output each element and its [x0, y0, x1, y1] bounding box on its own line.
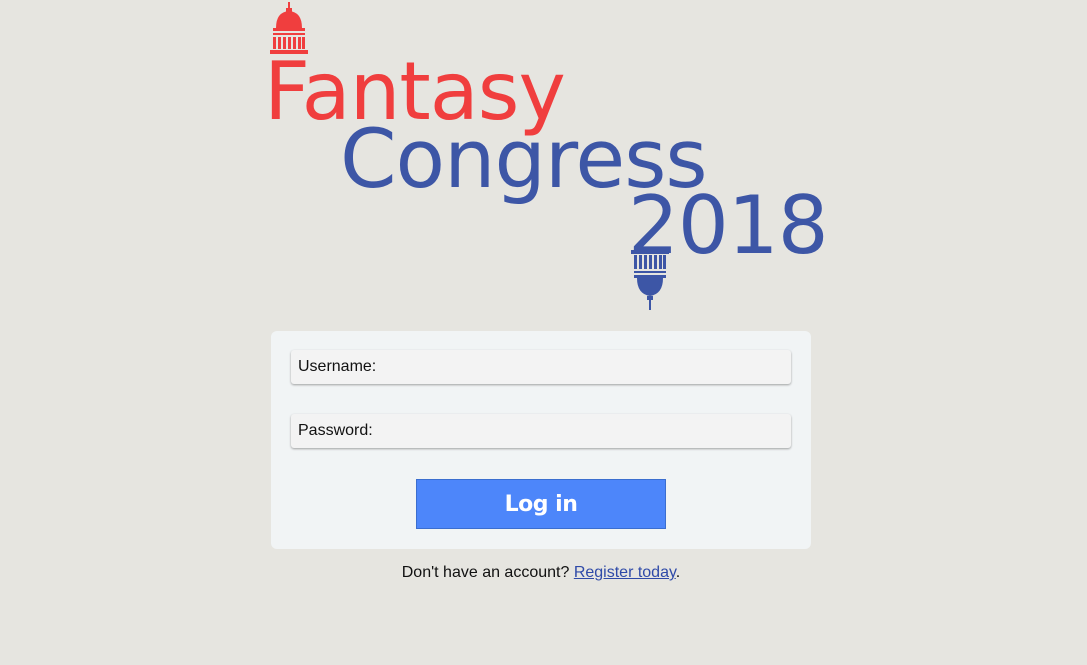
inverted-capitol-dome-icon — [631, 250, 669, 310]
username-label: Username: — [298, 358, 377, 375]
register-prompt-text: Don't have an account? — [401, 564, 574, 581]
login-button[interactable]: Log in — [416, 479, 666, 529]
fantasy-congress-logo: Fantasy Congress 2018 — [262, 0, 829, 312]
password-input[interactable] — [378, 417, 791, 445]
username-field[interactable]: Username: — [291, 350, 791, 384]
register-prompt: Don't have an account? Register today. — [271, 564, 811, 582]
register-link[interactable]: Register today — [574, 564, 676, 581]
password-field[interactable]: Password: — [291, 414, 791, 448]
password-label: Password: — [298, 422, 373, 439]
register-prompt-suffix: . — [675, 564, 681, 581]
login-form-card: Username: Password: Log in — [271, 331, 811, 549]
login-page: Fantasy Congress 2018 Username: Password… — [0, 0, 1087, 665]
username-input[interactable] — [382, 353, 791, 381]
